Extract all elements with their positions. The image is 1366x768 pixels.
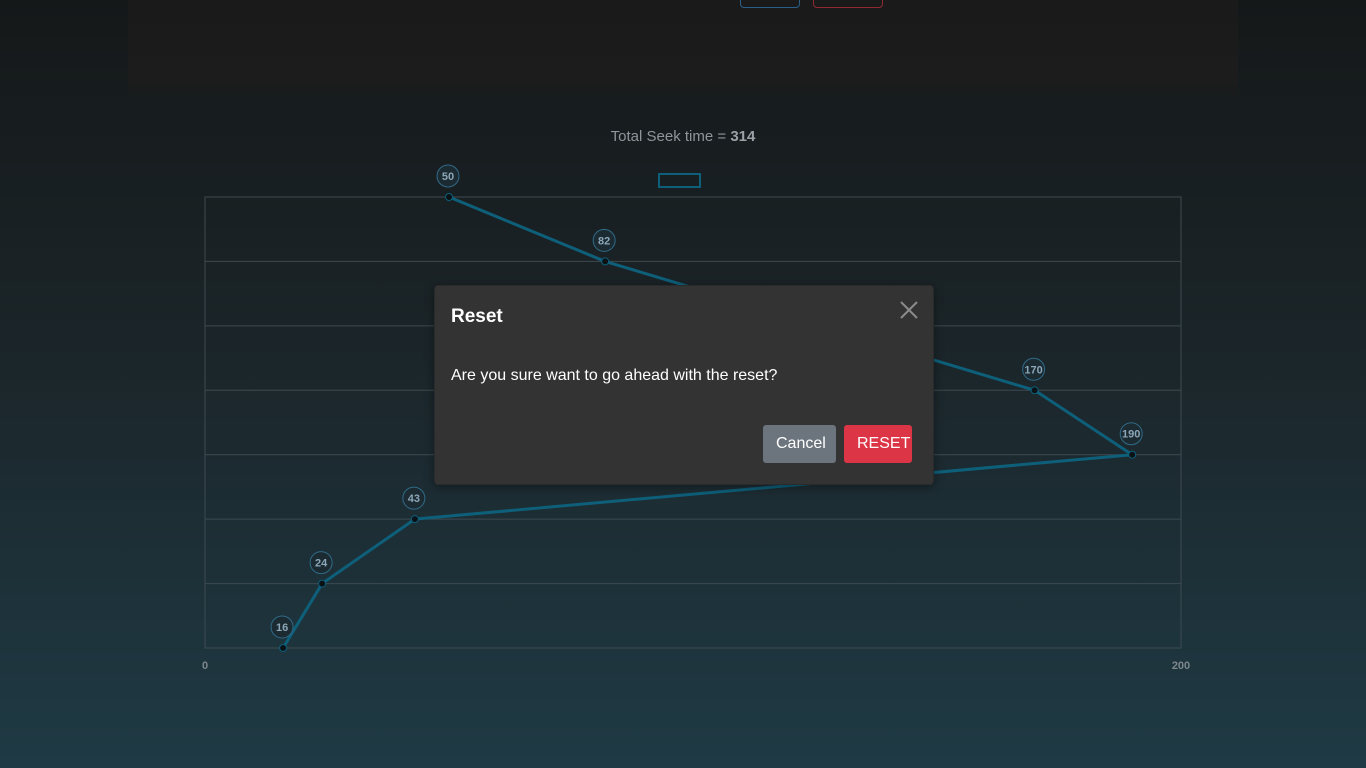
reset-modal: Reset Are you sure want to go ahead with…	[434, 285, 934, 485]
cancel-button[interactable]: Cancel	[763, 425, 836, 463]
close-icon[interactable]	[899, 300, 919, 320]
modal-title: Reset	[451, 306, 503, 327]
reset-button[interactable]: RESET	[844, 425, 912, 463]
modal-message: Are you sure want to go ahead with the r…	[451, 367, 778, 384]
